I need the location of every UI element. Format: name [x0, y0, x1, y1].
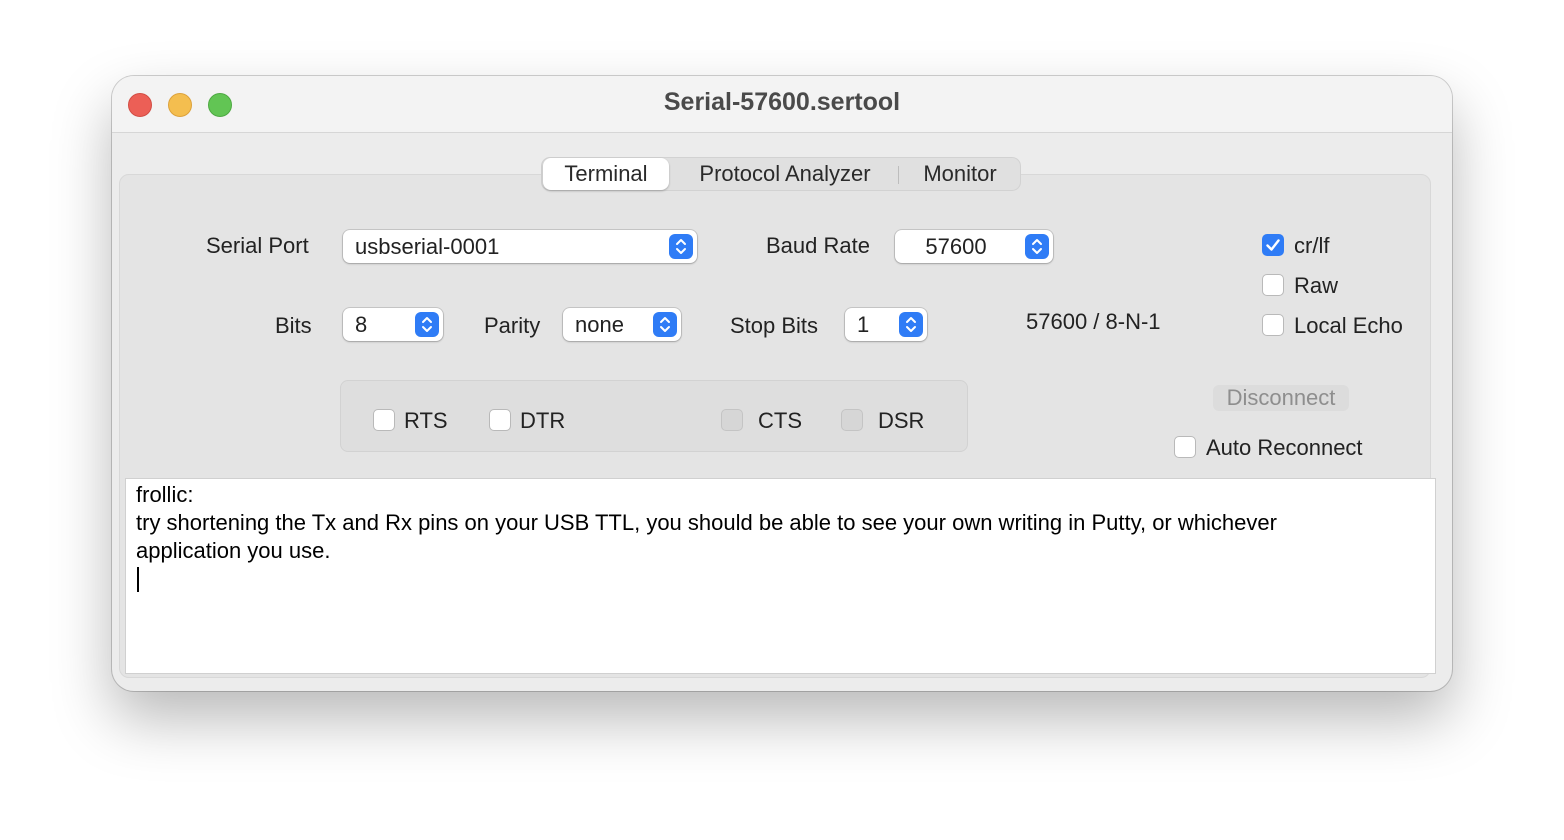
baud-rate-value: 57600	[925, 234, 987, 259]
title-bar: Serial-57600.sertool	[112, 76, 1452, 133]
local-echo-checkbox[interactable]	[1262, 314, 1284, 336]
raw-label: Raw	[1294, 273, 1339, 298]
chevron-updown-icon	[415, 312, 439, 337]
stop-bits-label: Stop Bits	[730, 313, 819, 338]
tab-separator	[898, 166, 899, 184]
signal-lines-group: RTS DTR CTS DSR	[340, 380, 968, 452]
checkmark-icon	[1266, 239, 1280, 251]
chevron-updown-icon	[669, 234, 693, 259]
bits-value: 8	[355, 312, 368, 337]
chevron-updown-icon	[1025, 234, 1049, 259]
serial-port-select[interactable]: usbserial-0001	[343, 230, 697, 263]
parity-value: none	[575, 312, 624, 337]
parity-label: Parity	[484, 313, 541, 338]
serial-port-value: usbserial-0001	[355, 234, 500, 259]
window-title: Serial-57600.sertool	[663, 88, 901, 116]
rts-checkbox[interactable]	[373, 409, 395, 431]
cts-indicator	[721, 409, 743, 431]
parity-select[interactable]: none	[563, 308, 681, 341]
bits-label: Bits	[275, 313, 312, 338]
dtr-checkbox[interactable]	[489, 409, 511, 431]
rts-label: RTS	[404, 408, 448, 433]
crlf-checkbox[interactable]	[1262, 234, 1284, 256]
chevron-updown-icon	[899, 312, 923, 337]
raw-checkbox[interactable]	[1262, 274, 1284, 296]
cts-label: CTS	[758, 408, 802, 433]
tab-terminal[interactable]: Terminal	[543, 158, 669, 190]
serial-port-label: Serial Port	[206, 233, 309, 258]
dsr-label: DSR	[878, 408, 925, 433]
tab-monitor[interactable]: Monitor	[900, 158, 1020, 190]
dsr-indicator	[841, 409, 863, 431]
terminal-output[interactable]: frollic: try shortening the Tx and Rx pi…	[125, 478, 1436, 674]
stop-bits-select[interactable]: 1	[845, 308, 927, 341]
tab-bar: Terminal Protocol Analyzer Monitor	[541, 157, 1021, 191]
crlf-label: cr/lf	[1294, 233, 1330, 258]
auto-reconnect-label: Auto Reconnect	[1206, 435, 1363, 460]
local-echo-label: Local Echo	[1294, 313, 1403, 338]
dtr-label: DTR	[520, 408, 566, 433]
stop-bits-value: 1	[857, 312, 870, 337]
disconnect-button[interactable]: Disconnect	[1213, 385, 1349, 411]
app-window: Serial-57600.sertool Terminal Protocol A…	[112, 76, 1452, 691]
terminal-line: try shortening the Tx and Rx pins on you…	[136, 510, 1277, 535]
terminal-line: frollic:	[136, 482, 194, 507]
baud-rate-label: Baud Rate	[766, 233, 870, 258]
auto-reconnect-checkbox[interactable]	[1174, 436, 1196, 458]
connection-summary: 57600 / 8-N-1	[1026, 309, 1161, 334]
tab-protocol-analyzer[interactable]: Protocol Analyzer	[672, 158, 898, 190]
chevron-updown-icon	[653, 312, 677, 337]
baud-rate-select[interactable]: 57600	[895, 230, 1053, 263]
terminal-line: application you use.	[136, 538, 331, 563]
text-cursor	[137, 567, 139, 592]
bits-select[interactable]: 8	[343, 308, 443, 341]
